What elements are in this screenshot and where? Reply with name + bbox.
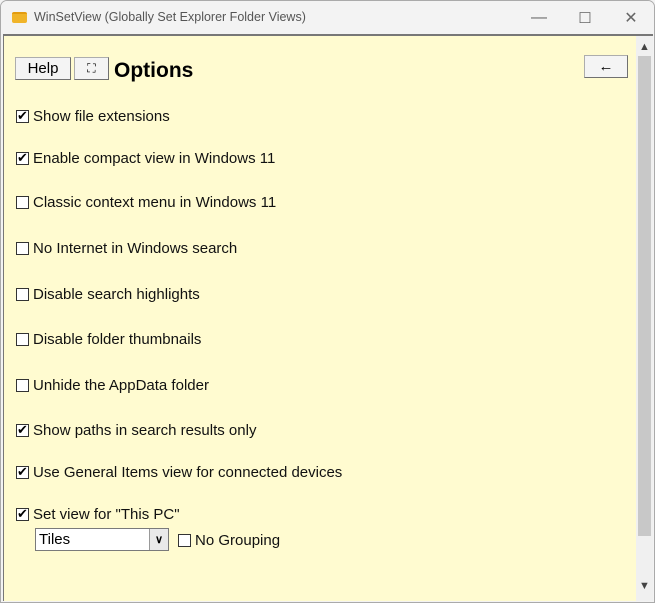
option-checkbox[interactable] — [16, 379, 29, 392]
no-grouping-checkbox[interactable] — [178, 534, 191, 547]
folder-icon — [12, 12, 27, 23]
option-item[interactable]: Set view for "This PC" — [16, 506, 180, 523]
window-title: WinSetView (Globally Set Explorer Folder… — [34, 10, 306, 24]
option-label: Unhide the AppData folder — [33, 377, 209, 394]
no-grouping-label: No Grouping — [195, 532, 281, 549]
help-button[interactable]: Help — [15, 57, 71, 80]
minimize-button[interactable]: — — [516, 1, 562, 34]
option-checkbox[interactable] — [16, 422, 29, 438]
option-checkbox[interactable] — [16, 288, 29, 301]
no-grouping-option[interactable]: No Grouping — [178, 532, 280, 549]
select-value: Tiles — [39, 531, 71, 548]
option-label: No Internet in Windows search — [33, 240, 238, 257]
maximize-button[interactable]: ☐ — [562, 1, 608, 34]
scroll-down-icon[interactable]: ▼ — [636, 577, 653, 595]
app-window: WinSetView (Globally Set Explorer Folder… — [0, 0, 655, 603]
page-title: Options — [114, 59, 194, 82]
option-item[interactable]: No Internet in Windows search — [16, 240, 237, 257]
option-item[interactable]: Unhide the AppData folder — [16, 377, 209, 394]
option-label: Enable compact view in Windows 11 — [33, 150, 276, 167]
option-label: Disable search highlights — [33, 286, 200, 303]
option-label: Disable folder thumbnails — [33, 331, 202, 348]
option-checkbox[interactable] — [16, 464, 29, 480]
option-item[interactable]: Classic context menu in Windows 11 — [16, 194, 276, 211]
back-button[interactable]: ← — [584, 55, 628, 78]
option-label: Set view for "This PC" — [33, 506, 180, 523]
option-label: Show paths in search results only — [33, 422, 257, 439]
option-item[interactable]: Show paths in search results only — [16, 422, 256, 439]
option-label: Show file extensions — [33, 108, 170, 125]
option-label: Use General Items view for connected dev… — [33, 464, 343, 481]
option-item[interactable]: Use General Items view for connected dev… — [16, 464, 342, 481]
fullscreen-icon: ⛶ — [87, 61, 96, 75]
this-pc-view-select[interactable]: Tiles ∨ — [35, 528, 169, 551]
option-item[interactable]: Disable folder thumbnails — [16, 331, 201, 348]
scroll-up-icon[interactable]: ▲ — [636, 38, 653, 56]
option-item[interactable]: Disable search highlights — [16, 286, 200, 303]
options-panel: Help ⛶ Options ← Show file extensions Ena… — [3, 34, 653, 601]
vertical-scrollbar[interactable]: ▲ ▼ — [636, 36, 653, 601]
option-checkbox[interactable] — [16, 196, 29, 209]
option-checkbox[interactable] — [16, 242, 29, 255]
option-item[interactable]: Show file extensions — [16, 108, 170, 125]
option-item[interactable]: Enable compact view in Windows 11 — [16, 150, 275, 167]
option-checkbox[interactable] — [16, 333, 29, 346]
scrollbar-thumb[interactable] — [638, 56, 651, 536]
option-checkbox[interactable] — [16, 506, 29, 522]
fullscreen-button[interactable]: ⛶ — [74, 57, 109, 80]
option-checkbox[interactable] — [16, 108, 29, 124]
chevron-down-icon[interactable]: ∨ — [149, 529, 168, 550]
option-label: Classic context menu in Windows 11 — [33, 194, 277, 211]
option-checkbox[interactable] — [16, 150, 29, 166]
title-bar[interactable]: WinSetView (Globally Set Explorer Folder… — [1, 1, 654, 34]
arrow-left-icon: ← — [598, 58, 614, 75]
close-button[interactable]: ✕ — [608, 1, 654, 34]
